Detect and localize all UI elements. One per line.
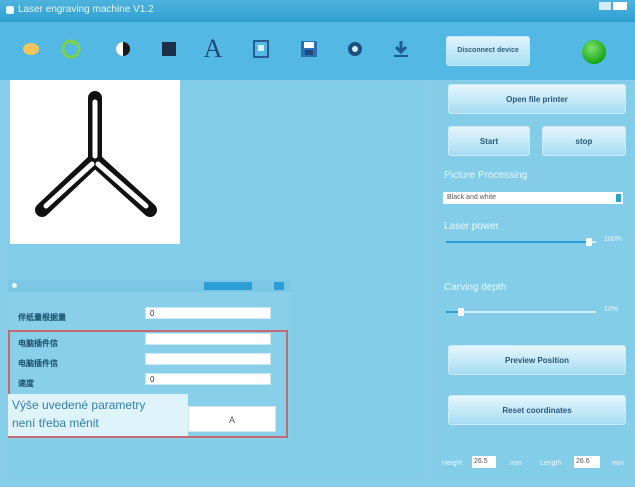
picture-processing-value: Black and white: [447, 194, 497, 201]
image-preview: [10, 80, 180, 244]
picture-processing-select[interactable]: Black and white: [443, 192, 623, 204]
param-value-box[interactable]: A: [188, 406, 276, 432]
invert-button[interactable]: [110, 36, 136, 62]
open-file-printer-button[interactable]: Open file printer: [448, 84, 626, 114]
disconnect-device-button[interactable]: Disconnect device: [446, 36, 530, 66]
picture-processing-label: Picture Processing: [444, 170, 528, 181]
text-button[interactable]: A: [200, 34, 226, 63]
laser-power-label: Laser power: [444, 221, 500, 232]
app-icon: [6, 6, 14, 14]
carving-depth-thumb[interactable]: [458, 308, 464, 316]
height-input[interactable]: 26.5: [472, 456, 496, 468]
panel-dot-icon: [12, 283, 17, 288]
frame-icon: [253, 40, 269, 58]
carving-depth-value: 10%: [604, 306, 619, 313]
param-label-0: 伴纸量根据量: [18, 313, 66, 322]
laser-power-fill: [446, 241, 589, 243]
settings-button[interactable]: [342, 36, 368, 62]
app-window: Laser engraving machine V1.2 A Disconnec…: [0, 0, 635, 487]
save-button[interactable]: [296, 36, 322, 62]
laser-power-thumb[interactable]: [585, 238, 592, 246]
note-line-1: Výše uvedené parametry: [12, 398, 146, 412]
param-input-0[interactable]: 0: [145, 307, 271, 319]
length-unit: mm: [612, 460, 624, 467]
download-icon: [394, 41, 408, 57]
note-annotation: Výše uvedené parametry není třeba měnit: [8, 394, 188, 436]
carving-depth-label: Carving depth: [444, 282, 507, 293]
save-icon: [301, 41, 317, 57]
note-line-2: není třeba měnit: [12, 416, 99, 430]
refresh-button[interactable]: [58, 36, 84, 62]
text-icon: A: [203, 34, 223, 63]
carving-depth-slider[interactable]: [446, 308, 596, 316]
height-label: Height: [442, 460, 463, 467]
download-button[interactable]: [388, 36, 414, 62]
toolbar: A Disconnect device: [0, 22, 635, 80]
refresh-icon: [61, 39, 81, 59]
connection-status-icon: [582, 40, 606, 64]
height-unit: mm: [510, 460, 522, 467]
frame-button[interactable]: [248, 36, 274, 62]
open-icon: [23, 43, 39, 55]
image-button[interactable]: [156, 36, 182, 62]
close-button[interactable]: [613, 2, 627, 10]
three-link-chain-image: [35, 91, 157, 217]
preview-position-button[interactable]: Preview Position: [448, 345, 626, 375]
window-title: Laser engraving machine V1.2: [18, 4, 154, 15]
settings-icon: [348, 42, 362, 56]
parameters-header: [8, 280, 290, 292]
minimize-button[interactable]: [599, 2, 611, 10]
stop-button[interactable]: stop: [542, 126, 626, 156]
parameters-title-bar: [204, 282, 252, 290]
laser-power-value: 100%: [604, 236, 622, 243]
reset-coordinates-button[interactable]: Reset coordinates: [448, 395, 626, 425]
length-label: Length: [540, 460, 562, 467]
open-button[interactable]: [18, 36, 44, 62]
start-button[interactable]: Start: [448, 126, 530, 156]
panel-close-button[interactable]: [274, 282, 284, 290]
title-bar: Laser engraving machine V1.2: [0, 0, 635, 22]
select-arrow-icon: [616, 194, 621, 202]
laser-power-slider[interactable]: [446, 238, 596, 246]
length-input[interactable]: 26.6: [574, 456, 600, 468]
contrast-icon: [116, 42, 130, 56]
square-icon: [162, 42, 176, 56]
window-controls: [599, 2, 627, 10]
